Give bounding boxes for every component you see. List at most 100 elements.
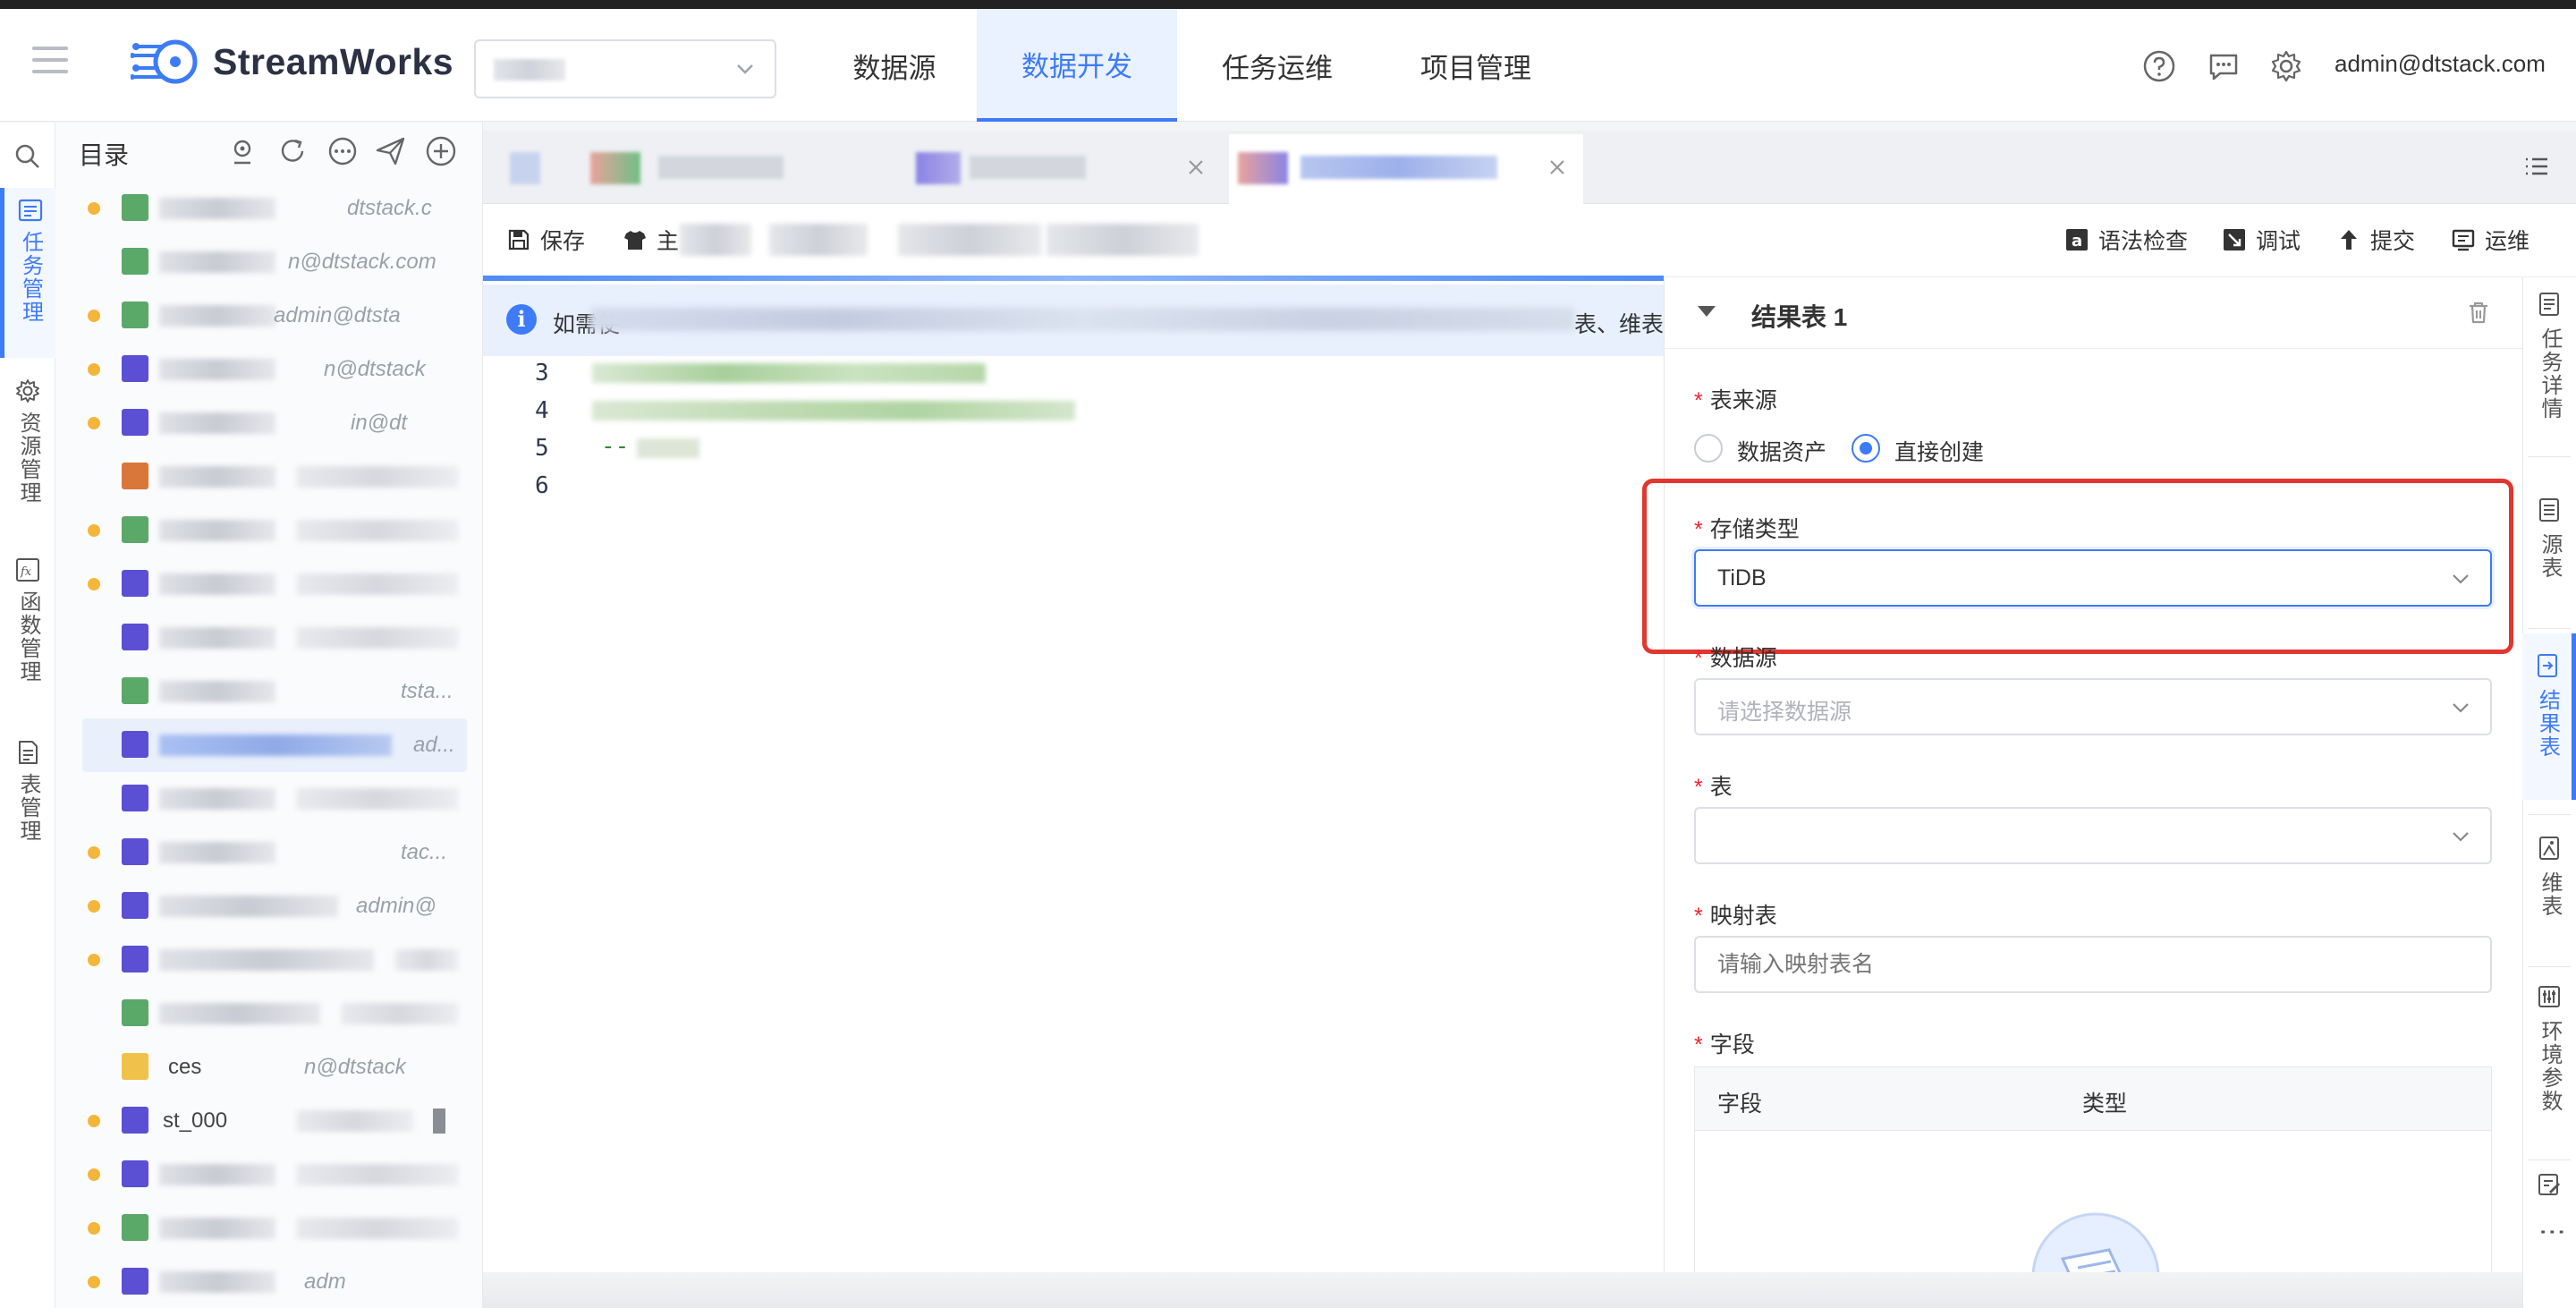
user-account[interactable]: admin@dtstack.com — [2334, 50, 2546, 78]
svg-text:fx: fx — [20, 565, 32, 579]
rail-task-management[interactable]: 任务管理 — [0, 188, 55, 358]
app-logo[interactable]: StreamWorks — [131, 34, 453, 89]
ops-button[interactable]: 运维 — [2451, 224, 2529, 256]
function-icon: fx — [16, 558, 39, 582]
code-line-redacted — [637, 438, 699, 458]
tree-row[interactable] — [82, 504, 467, 557]
result-table-title: 结果表 1 — [1751, 303, 1848, 331]
debug-button[interactable]: 调试 — [2222, 224, 2301, 256]
table-icon — [19, 741, 38, 764]
svg-text:a: a — [2072, 232, 2082, 251]
toolbar-redacted — [898, 224, 1041, 256]
tree-row[interactable] — [82, 611, 467, 665]
code-comment: -- — [601, 433, 630, 460]
editor-tab[interactable] — [894, 134, 1225, 204]
edit-doc-icon[interactable] — [2537, 1172, 2562, 1197]
streamworks-logo-icon — [131, 39, 198, 84]
collapse-caret-icon[interactable] — [1698, 306, 1716, 317]
tree-row[interactable] — [82, 450, 467, 504]
tree-row[interactable]: admin@dtsta — [82, 289, 467, 343]
close-icon[interactable] — [1546, 156, 1569, 179]
editor-progress-line — [483, 276, 1664, 281]
save-button[interactable]: 保存 — [506, 224, 585, 256]
submit-button[interactable]: 提交 — [2336, 224, 2415, 256]
tree-row[interactable]: adm — [82, 1255, 467, 1308]
tree-row[interactable]: admin@ — [82, 879, 467, 933]
rail-resource-management[interactable]: 资源管理 — [0, 370, 55, 540]
tree-row[interactable]: n@dtstack — [82, 343, 467, 396]
radio-direct-create-label: 直接创建 — [1894, 440, 1985, 465]
locate-icon[interactable] — [225, 134, 259, 168]
side-dim-table[interactable]: 维表 — [2522, 836, 2576, 943]
column-header-field: 字段 — [1717, 1091, 1763, 1117]
more-icon[interactable] — [326, 134, 360, 168]
rail-function-management[interactable]: fx 函数管理 — [0, 549, 55, 719]
rail-table-management[interactable]: 表管理 — [0, 732, 55, 875]
message-icon[interactable] — [2206, 48, 2241, 84]
menu-toggle-icon[interactable] — [32, 47, 68, 75]
datasource-label: * 数据源 — [1694, 646, 1777, 671]
send-icon[interactable] — [374, 134, 408, 168]
chevron-down-icon — [737, 64, 753, 74]
tree-row-selected[interactable]: ad... — [82, 718, 467, 772]
nav-datasource[interactable]: 数据源 — [823, 9, 966, 122]
add-icon[interactable] — [424, 134, 458, 168]
dim-table-icon — [2539, 837, 2559, 860]
more-options-icon[interactable]: ⋮ — [2537, 1219, 2568, 1245]
chevron-down-icon — [2453, 832, 2469, 842]
tree-row[interactable] — [82, 557, 467, 611]
datasource-placeholder: 请选择数据源 — [1717, 700, 1852, 725]
side-env-params[interactable]: 环境参数 — [2522, 984, 2576, 1145]
tree-row[interactable]: in@dt — [82, 396, 467, 450]
toolbar-redacted — [680, 224, 751, 256]
fields-label: * 字段 — [1694, 1032, 1755, 1057]
side-result-table[interactable]: 结果表 — [2522, 633, 2576, 800]
search-icon[interactable] — [13, 141, 43, 172]
nav-project-management[interactable]: 项目管理 — [1386, 9, 1565, 122]
refresh-icon[interactable] — [275, 134, 309, 168]
syntax-check-button[interactable]: a 语法检查 — [2064, 224, 2188, 256]
close-icon[interactable] — [1184, 156, 1208, 179]
tree-row[interactable]: dtstack.c — [82, 182, 467, 235]
info-icon: i — [506, 304, 537, 335]
table-source-label: * 表来源 — [1694, 388, 1777, 413]
line-number: 3 — [535, 360, 549, 386]
tree-row[interactable] — [82, 1202, 467, 1255]
tree-row[interactable]: tac... — [82, 826, 467, 879]
tree-row[interactable] — [82, 772, 467, 826]
gear-icon[interactable] — [2268, 48, 2304, 84]
table-label: * 表 — [1694, 775, 1733, 800]
theme-button[interactable]: 主 — [623, 224, 679, 256]
app-name: StreamWorks — [213, 40, 454, 82]
editor-tab-active[interactable] — [1229, 134, 1583, 204]
tree-row[interactable]: st_000 — [82, 1094, 467, 1148]
bottom-status-strip — [483, 1272, 2522, 1308]
tree-row[interactable]: ces n@dtstack — [82, 1040, 467, 1094]
table-select[interactable] — [1694, 807, 2492, 864]
debug-icon — [2224, 229, 2245, 251]
code-line-redacted — [592, 363, 986, 383]
line-number: 6 — [535, 472, 549, 499]
tree-row[interactable]: n@dtstack.com — [82, 235, 467, 289]
tab-list-icon[interactable] — [2522, 152, 2551, 181]
code-editor[interactable] — [483, 277, 1664, 1308]
toolbar-redacted — [1046, 224, 1199, 256]
radio-data-asset-label: 数据资产 — [1737, 440, 1827, 465]
datasource-select[interactable]: 请选择数据源 — [1694, 678, 2492, 735]
tree-row[interactable]: tsta... — [82, 665, 467, 718]
nav-data-development[interactable]: 数据开发 — [977, 9, 1177, 122]
mapping-table-input[interactable] — [1694, 936, 2492, 993]
tree-row[interactable] — [82, 1148, 467, 1202]
column-header-type: 类型 — [2082, 1091, 2128, 1117]
nav-task-ops[interactable]: 任务运维 — [1190, 9, 1365, 122]
side-task-details[interactable]: 任务详情 — [2522, 292, 2576, 449]
radio-data-asset[interactable] — [1694, 434, 1723, 463]
radio-direct-create[interactable] — [1852, 434, 1880, 463]
arrow-up-icon — [2341, 230, 2357, 250]
delete-icon[interactable] — [2465, 299, 2492, 326]
tree-row[interactable] — [82, 933, 467, 987]
side-source-table[interactable]: 源表 — [2522, 497, 2576, 605]
help-icon[interactable] — [2141, 48, 2177, 84]
tree-row[interactable] — [82, 987, 467, 1040]
editor-tab[interactable] — [501, 134, 894, 204]
